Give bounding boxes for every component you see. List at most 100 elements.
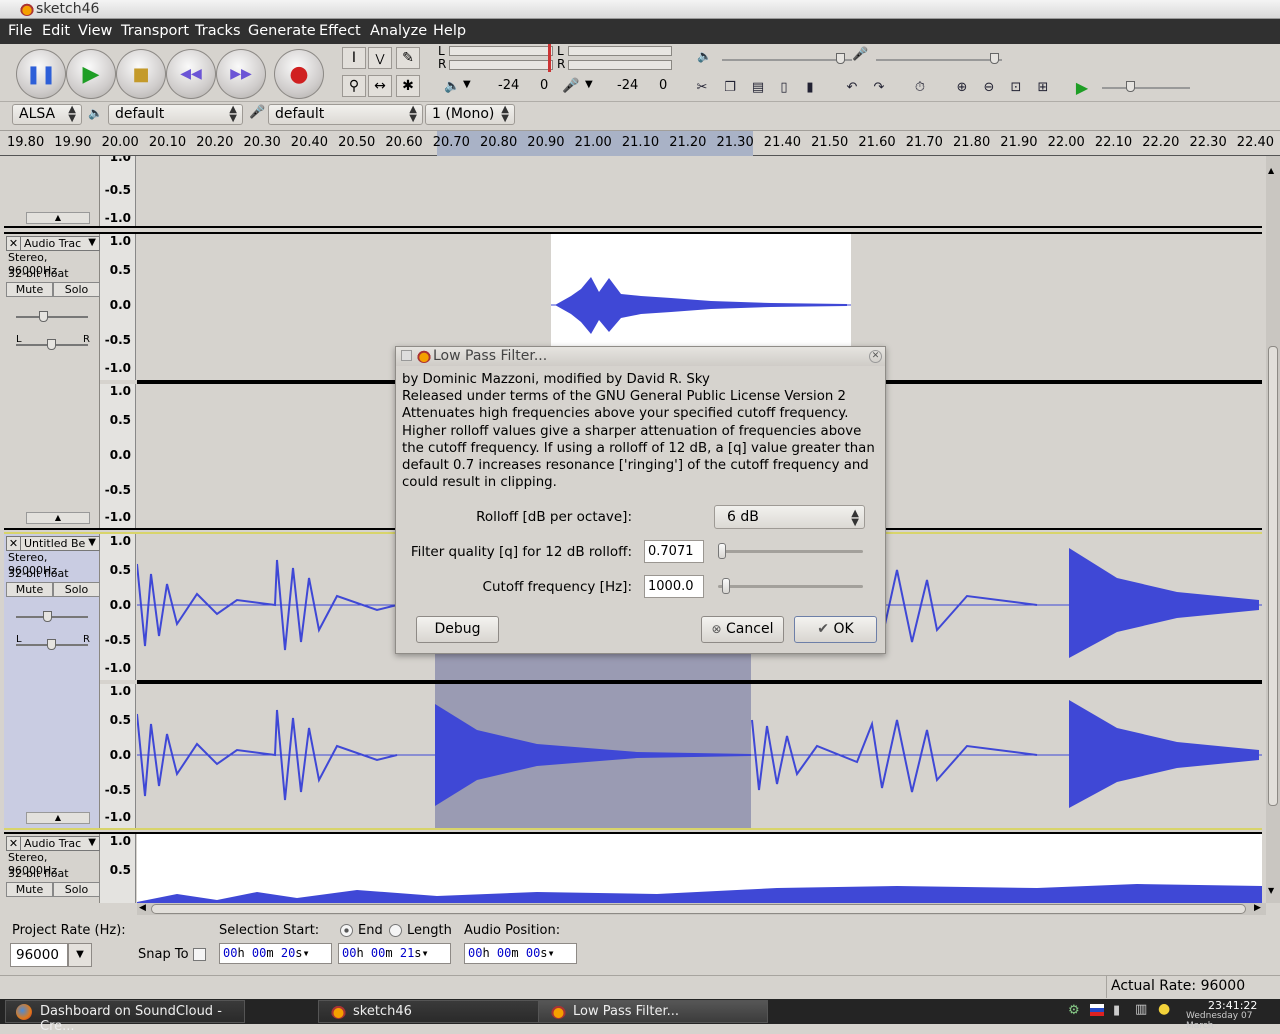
close-icon[interactable]: ✕ — [7, 537, 21, 550]
lightbulb-icon[interactable]: ● — [1158, 1001, 1170, 1017]
undo-button[interactable]: ↶ — [840, 75, 864, 99]
close-icon[interactable]: ✕ — [7, 237, 21, 250]
track-name-menu[interactable]: ✕ Audio Trac ▼ — [6, 836, 100, 851]
clock-date[interactable]: Wednesday 07 March — [1186, 1011, 1280, 1031]
menu-transport[interactable]: Transport — [121, 23, 189, 39]
pan-knob[interactable] — [47, 639, 56, 650]
task-low-pass-filter[interactable]: Low Pass Filter... — [538, 1000, 768, 1023]
fit-selection-button[interactable]: ⊡ — [1004, 75, 1028, 99]
cut-button[interactable]: ✂ — [690, 75, 714, 99]
length-radio[interactable] — [389, 924, 402, 937]
selection-tool[interactable]: I — [342, 47, 366, 69]
window-menu-icon[interactable] — [401, 350, 412, 361]
task-sketch46[interactable]: sketch46 — [318, 1000, 543, 1023]
cancel-button[interactable]: ⊗ Cancel — [701, 616, 784, 643]
selection-end-time[interactable]: 00h 00m 21s▾ — [338, 943, 451, 964]
zoom-tool[interactable]: ⚲ — [342, 75, 366, 97]
gain-slider[interactable] — [16, 316, 88, 318]
menu-generate[interactable]: Generate — [248, 23, 316, 39]
cutoff-input[interactable]: 1000.0 — [644, 575, 704, 598]
timeline-ruler[interactable]: 19.80 19.90 20.00 20.10 20.20 20.30 20.40 20.50… — [0, 130, 1280, 156]
timeshift-tool[interactable]: ↔ — [368, 75, 392, 97]
redo-button[interactable]: ↷ — [867, 75, 891, 99]
play-at-speed-button[interactable]: ▶ — [1070, 75, 1094, 99]
draw-tool[interactable]: ✎ — [396, 47, 420, 69]
end-radio[interactable] — [340, 924, 353, 937]
selection-start-time[interactable]: 00h 00m 20s▾ — [219, 943, 332, 964]
channels-select[interactable]: 1 (Mono) ▲ ▼ — [425, 104, 515, 125]
rec-meter-dropdown-icon[interactable]: ▼ — [585, 79, 593, 90]
quality-slider[interactable] — [718, 550, 863, 553]
meter-dropdown-icon[interactable]: ▼ — [463, 79, 471, 90]
debug-button[interactable]: Debug — [416, 616, 499, 643]
paste-button[interactable]: ▤ — [746, 75, 770, 99]
vertical-scroll-thumb[interactable] — [1268, 346, 1278, 806]
zoom-out-button[interactable]: ⊖ — [977, 75, 1001, 99]
cutoff-slider[interactable] — [718, 585, 863, 588]
scroll-left-icon[interactable]: ◀ — [139, 903, 146, 913]
pause-button[interactable]: ❚❚ — [16, 49, 66, 99]
record-button[interactable]: ● — [274, 49, 324, 99]
mute-button[interactable]: Mute — [6, 582, 53, 597]
skip-start-button[interactable]: ◀◀ — [166, 49, 216, 99]
solo-button[interactable]: Solo — [53, 882, 100, 897]
quality-input[interactable]: 0.7071 — [644, 540, 704, 563]
close-icon[interactable]: ✕ — [869, 350, 882, 363]
menu-help[interactable]: Help — [433, 23, 466, 39]
playback-volume-slider[interactable] — [722, 59, 852, 61]
play-speed-knob[interactable] — [1126, 81, 1135, 92]
host-select[interactable]: ALSA ▲ ▼ — [12, 104, 82, 125]
language-flag-icon[interactable] — [1090, 1004, 1104, 1016]
signal-icon[interactable]: ▥ — [1135, 1002, 1147, 1017]
fit-project-button[interactable]: ⊞ — [1031, 75, 1055, 99]
track-2-waveform-right[interactable] — [137, 684, 1262, 828]
play-button[interactable]: ▶ — [66, 49, 116, 99]
collapse-button[interactable]: ▲ — [26, 512, 90, 524]
collapse-button[interactable]: ▲ — [26, 812, 90, 824]
multi-tool[interactable]: ✱ — [396, 75, 420, 97]
audio-position-time[interactable]: 00h 00m 00s▾ — [464, 943, 577, 964]
horizontal-scroll-thumb[interactable] — [151, 904, 1246, 914]
pan-knob[interactable] — [47, 339, 56, 350]
solo-button[interactable]: Solo — [53, 282, 100, 297]
horizontal-scrollbar[interactable]: ◀ ▶ — [137, 903, 1266, 915]
task-firefox[interactable]: Dashboard on SoundCloud - Cre... — [5, 1000, 245, 1034]
collapse-button[interactable]: ▲ — [26, 212, 90, 224]
recording-device-select[interactable]: default ▲ ▼ — [268, 104, 423, 125]
scroll-right-icon[interactable]: ▶ — [1254, 903, 1261, 913]
snap-to-checkbox[interactable] — [193, 948, 206, 961]
envelope-tool[interactable]: ⋁ — [368, 47, 392, 69]
trim-button[interactable]: ▯ — [772, 75, 796, 99]
network-icon[interactable]: ⚙ — [1068, 1003, 1080, 1018]
solo-button[interactable]: Solo — [53, 582, 100, 597]
mute-button[interactable]: Mute — [6, 282, 53, 297]
gain-knob[interactable] — [43, 611, 52, 622]
rolloff-select[interactable]: 6 dB ▲ ▼ — [714, 505, 865, 529]
close-icon[interactable]: ✕ — [7, 837, 21, 850]
silence-button[interactable]: ▮ — [798, 75, 822, 99]
menu-edit[interactable]: Edit — [42, 23, 70, 39]
cutoff-slider-knob[interactable] — [722, 578, 730, 594]
project-rate-dropdown[interactable]: ▼ — [68, 943, 92, 967]
record-volume-knob[interactable] — [990, 53, 999, 64]
record-volume-slider[interactable] — [876, 59, 1002, 61]
battery-icon[interactable]: ▮ — [1113, 1003, 1120, 1018]
gain-knob[interactable] — [39, 311, 48, 322]
playback-volume-knob[interactable] — [836, 53, 845, 64]
menu-effect[interactable]: Effect — [319, 23, 361, 39]
track-name-menu[interactable]: ✕ Audio Trac ▼ — [6, 236, 100, 251]
ok-button[interactable]: ✔ OK — [794, 616, 877, 643]
menu-file[interactable]: File — [8, 23, 32, 39]
menu-analyze[interactable]: Analyze — [370, 23, 427, 39]
gain-slider[interactable] — [16, 616, 88, 618]
zoom-in-button[interactable]: ⊕ — [950, 75, 974, 99]
vertical-scrollbar[interactable]: ▲ ▼ — [1266, 156, 1280, 903]
playback-device-select[interactable]: default ▲ ▼ — [108, 104, 243, 125]
track-3-waveform[interactable] — [137, 834, 1262, 903]
skip-end-button[interactable]: ▶▶ — [216, 49, 266, 99]
track-0-waveform[interactable] — [137, 156, 1262, 226]
menu-tracks[interactable]: Tracks — [195, 23, 241, 39]
stop-button[interactable]: ■ — [116, 49, 166, 99]
quality-slider-knob[interactable] — [718, 543, 726, 559]
mute-button[interactable]: Mute — [6, 882, 53, 897]
